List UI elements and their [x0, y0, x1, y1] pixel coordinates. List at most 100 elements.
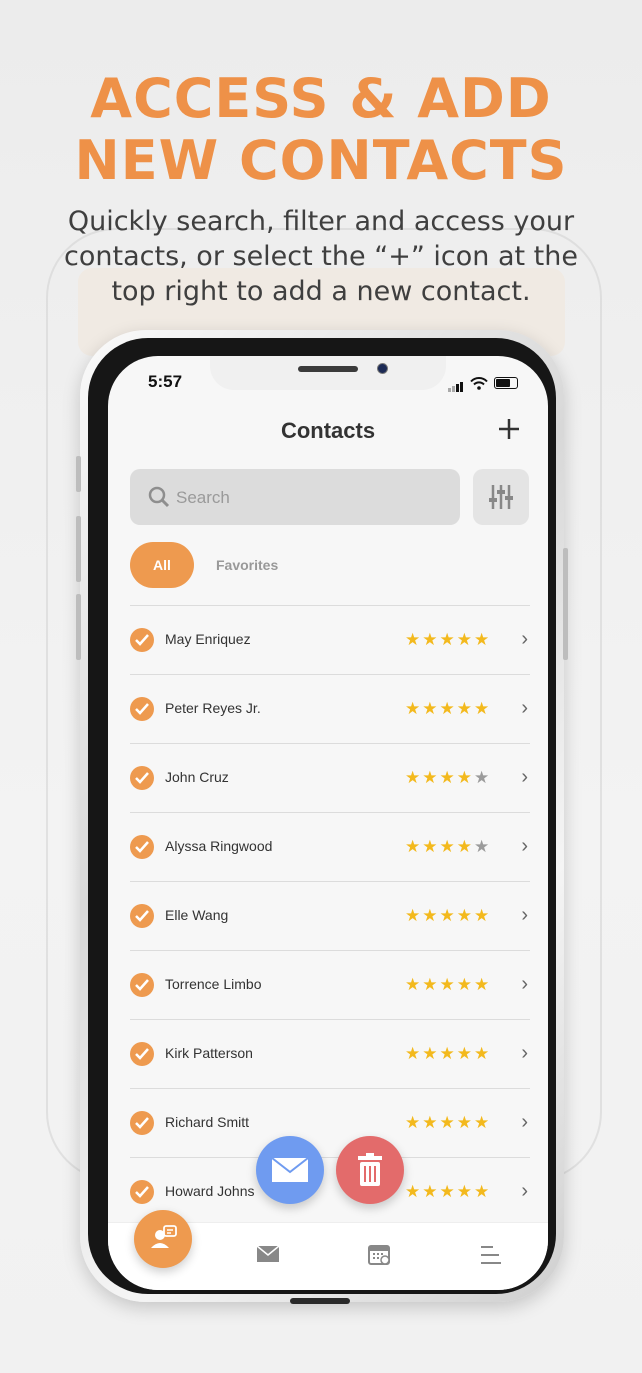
star-icon: ★: [474, 975, 492, 994]
chevron-right-icon[interactable]: ›: [521, 1180, 528, 1203]
chevron-right-icon[interactable]: ›: [521, 973, 528, 996]
search-icon: [148, 486, 170, 508]
star-rating: ★★★★★: [405, 837, 491, 857]
chevron-right-icon[interactable]: ›: [521, 835, 528, 858]
star-icon: ★: [456, 1113, 474, 1132]
contact-row[interactable]: Peter Reyes Jr. ★★★★★ ›: [130, 674, 530, 743]
delete-contact-button[interactable]: [336, 1136, 404, 1204]
checkmark-icon[interactable]: [130, 1042, 154, 1066]
star-rating: ★★★★★: [405, 975, 491, 995]
chevron-right-icon[interactable]: ›: [521, 697, 528, 720]
signal-icon: [448, 374, 464, 392]
search-input[interactable]: Search: [130, 469, 460, 525]
contact-row[interactable]: Torrence Limbo ★★★★★ ›: [130, 950, 530, 1019]
add-contact-button[interactable]: [498, 410, 520, 447]
chevron-right-icon[interactable]: ›: [521, 766, 528, 789]
star-rating: ★★★★★: [405, 699, 491, 719]
filter-button[interactable]: [473, 469, 529, 525]
headline-line-1: ACCESS & ADD: [90, 67, 552, 130]
tab-all[interactable]: All: [130, 542, 194, 588]
star-icon: ★: [422, 699, 440, 718]
star-icon: ★: [422, 1044, 440, 1063]
calendar-icon[interactable]: [368, 1243, 390, 1265]
star-icon: ★: [405, 1113, 423, 1132]
star-icon: ★: [405, 837, 423, 856]
contact-row[interactable]: John Cruz ★★★★★ ›: [130, 743, 530, 812]
checkmark-icon[interactable]: [130, 835, 154, 859]
wifi-icon: [470, 376, 488, 390]
star-icon: ★: [439, 1113, 457, 1132]
star-icon: ★: [474, 768, 492, 787]
star-icon: ★: [456, 1182, 474, 1201]
star-rating: ★★★★★: [405, 1044, 491, 1064]
checkmark-icon[interactable]: [130, 904, 154, 928]
star-icon: ★: [422, 837, 440, 856]
star-icon: ★: [474, 1113, 492, 1132]
contact-row[interactable]: Richard Smitt ★★★★★ ›: [130, 1088, 530, 1157]
page-title: Contacts: [280, 418, 376, 443]
phone-bezel: 5:57 Contacts Search All Favorites May E…: [88, 338, 556, 1294]
star-icon: ★: [405, 1044, 423, 1063]
star-icon: ★: [439, 630, 457, 649]
phone-side-button: [76, 456, 81, 492]
tab-favorites[interactable]: Favorites: [216, 542, 278, 588]
checkmark-icon[interactable]: [130, 973, 154, 997]
front-camera: [377, 363, 388, 374]
hero-headline: ACCESS & ADD NEW CONTACTS: [0, 68, 642, 192]
chevron-right-icon[interactable]: ›: [521, 904, 528, 927]
star-icon: ★: [456, 975, 474, 994]
contacts-tab-button[interactable]: [134, 1210, 192, 1268]
star-icon: ★: [439, 1182, 457, 1201]
chevron-right-icon[interactable]: ›: [521, 628, 528, 651]
mail-icon[interactable]: [256, 1245, 280, 1263]
star-rating: ★★★★★: [405, 1182, 491, 1202]
home-indicator: [290, 1298, 350, 1304]
contact-row[interactable]: Elle Wang ★★★★★ ›: [130, 881, 530, 950]
speaker-grille: [298, 366, 358, 372]
chevron-right-icon[interactable]: ›: [521, 1042, 528, 1065]
contact-row[interactable]: Kirk Patterson ★★★★★ ›: [130, 1019, 530, 1088]
contacts-icon: [151, 1225, 177, 1248]
contact-name: May Enriquez: [165, 631, 251, 647]
star-icon: ★: [439, 906, 457, 925]
checkmark-icon[interactable]: [130, 697, 154, 721]
star-icon: ★: [456, 1044, 474, 1063]
chevron-right-icon[interactable]: ›: [521, 1111, 528, 1134]
star-icon: ★: [439, 699, 457, 718]
star-icon: ★: [422, 1113, 440, 1132]
status-icons: [448, 374, 518, 392]
phone-volume-up: [76, 516, 81, 582]
star-icon: ★: [456, 768, 474, 787]
star-icon: ★: [439, 1044, 457, 1063]
contact-row[interactable]: Howard Johns ★★★★★ ›: [130, 1157, 530, 1226]
contact-name: Kirk Patterson: [165, 1045, 253, 1061]
headline-line-2: NEW CONTACTS: [74, 129, 568, 192]
star-icon: ★: [405, 975, 423, 994]
sliders-icon: [489, 485, 513, 509]
contact-row[interactable]: May Enriquez ★★★★★ ›: [130, 605, 530, 674]
envelope-icon: [271, 1157, 309, 1182]
contact-name: Peter Reyes Jr.: [165, 700, 261, 716]
star-icon: ★: [405, 699, 423, 718]
email-contact-button[interactable]: [256, 1136, 324, 1204]
notch: [210, 356, 446, 390]
status-time: 5:57: [148, 372, 183, 391]
contact-list: May Enriquez ★★★★★ › Peter Reyes Jr. ★★★★★ › J…: [130, 605, 530, 1226]
star-rating: ★★★★★: [405, 768, 491, 788]
contact-row[interactable]: Alyssa Ringwood ★★★★★ ›: [130, 812, 530, 881]
star-icon: ★: [405, 906, 423, 925]
star-icon: ★: [456, 837, 474, 856]
star-icon: ★: [474, 1044, 492, 1063]
checkmark-icon[interactable]: [130, 628, 154, 652]
star-icon: ★: [474, 630, 492, 649]
star-icon: ★: [456, 630, 474, 649]
checkmark-icon[interactable]: [130, 766, 154, 790]
checkmark-icon[interactable]: [130, 1111, 154, 1135]
menu-icon[interactable]: [480, 1245, 502, 1265]
star-rating: ★★★★★: [405, 1113, 491, 1133]
plus-icon: [499, 419, 519, 439]
phone-power-button: [563, 548, 568, 660]
star-icon: ★: [422, 906, 440, 925]
checkmark-icon[interactable]: [130, 1180, 154, 1204]
star-icon: ★: [474, 906, 492, 925]
